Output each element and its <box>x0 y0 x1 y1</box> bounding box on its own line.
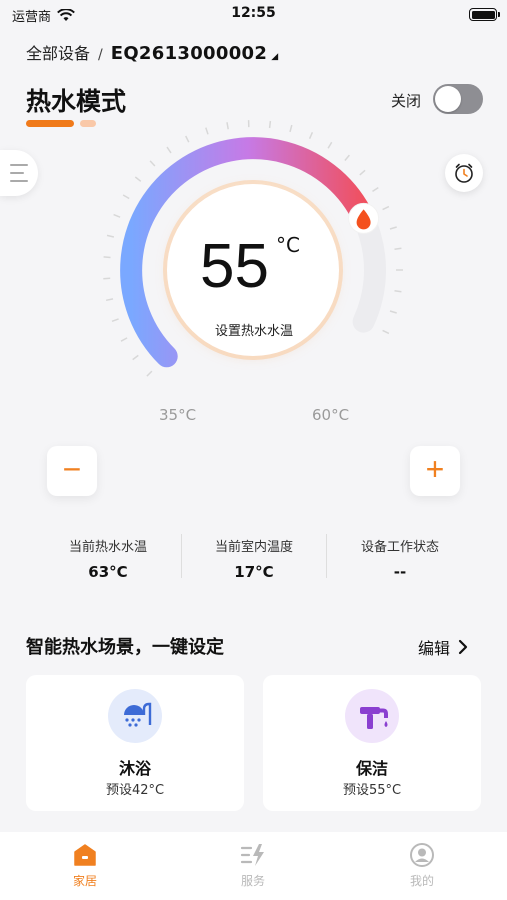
dial-tick <box>149 160 156 167</box>
dial-tick <box>105 298 114 302</box>
dial-tick <box>120 337 128 342</box>
stat-indoor-temp: 当前室内温度 17°C <box>179 536 329 581</box>
dial-tick <box>394 289 402 293</box>
stat-current-water-temp: 当前热水水温 63°C <box>33 536 183 581</box>
tab-label: 服务 <box>240 874 265 888</box>
scenes-edit-link[interactable]: 编辑 <box>418 635 468 659</box>
home-icon <box>74 844 96 866</box>
dial-tick <box>106 234 115 238</box>
chevron-right-icon[interactable] <box>458 639 468 655</box>
scene-preset: 预设55°C <box>342 783 402 798</box>
scene-name: 保洁 <box>355 759 388 778</box>
stat-value: -- <box>393 563 407 581</box>
dial-min-label: 35°C <box>159 406 197 424</box>
dial-tick <box>226 122 229 130</box>
dial-tick <box>382 205 390 211</box>
dial-tick <box>289 124 293 133</box>
dial-tick <box>327 141 333 149</box>
dial-tick <box>359 169 366 176</box>
dial-tick <box>394 247 402 251</box>
dial-tick <box>372 186 379 193</box>
dial-tick <box>166 146 172 154</box>
dial-tick <box>382 329 390 335</box>
shower-icon <box>108 689 162 743</box>
dial-tick <box>146 370 153 377</box>
set-temperature-caption: 设置热水水温 <box>214 324 293 339</box>
dial-tick <box>268 120 272 129</box>
tab-home[interactable]: 家居 <box>35 842 135 889</box>
bottom-tab-bar: 家居 服务 我的 <box>0 832 507 900</box>
scene-preset: 预设42°C <box>105 783 165 798</box>
dial-tick <box>389 226 397 230</box>
set-temperature-value: 55 <box>200 232 269 301</box>
stat-value: 63°C <box>88 563 128 581</box>
increase-temp-button[interactable]: + <box>410 446 460 496</box>
dial-tick <box>185 135 190 143</box>
dial-tick <box>113 213 121 218</box>
temperature-dial[interactable] <box>0 0 507 440</box>
stat-label: 当前热水水温 <box>68 540 147 555</box>
temperature-unit: °C <box>276 233 300 257</box>
tab-label: 我的 <box>409 874 434 888</box>
dial-handle[interactable] <box>348 202 380 234</box>
dial-tick <box>111 318 119 323</box>
service-icon <box>240 844 264 866</box>
edit-label[interactable]: 编辑 <box>418 635 450 659</box>
dial-tick <box>122 194 130 200</box>
tab-profile[interactable]: 我的 <box>372 842 472 889</box>
dial-tick <box>344 154 350 161</box>
stat-value: 17°C <box>234 563 274 581</box>
scene-card-cleaning[interactable]: 保洁 预设55°C <box>263 675 481 811</box>
dial-tick <box>389 310 397 314</box>
scene-card-shower[interactable]: 沐浴 预设42°C <box>26 675 244 811</box>
dial-tick <box>134 176 142 182</box>
dial-tick <box>205 127 209 135</box>
profile-icon <box>410 843 434 867</box>
stat-label: 当前室内温度 <box>214 540 293 555</box>
stat-label: 设备工作状态 <box>360 540 439 555</box>
dial-tick <box>103 256 111 259</box>
stat-device-status: 设备工作状态 -- <box>325 536 475 581</box>
dial-tick <box>308 131 314 140</box>
dial-tick <box>132 354 139 361</box>
faucet-icon <box>345 689 399 743</box>
scene-name: 沐浴 <box>118 759 151 778</box>
tab-service[interactable]: 服务 <box>203 842 303 889</box>
scenes-section-title: 智能热水场景，一键设定 <box>26 637 224 658</box>
decrease-temp-button[interactable]: − <box>47 446 97 496</box>
tab-label: 家居 <box>72 874 97 888</box>
dial-max-label: 60°C <box>312 406 350 424</box>
